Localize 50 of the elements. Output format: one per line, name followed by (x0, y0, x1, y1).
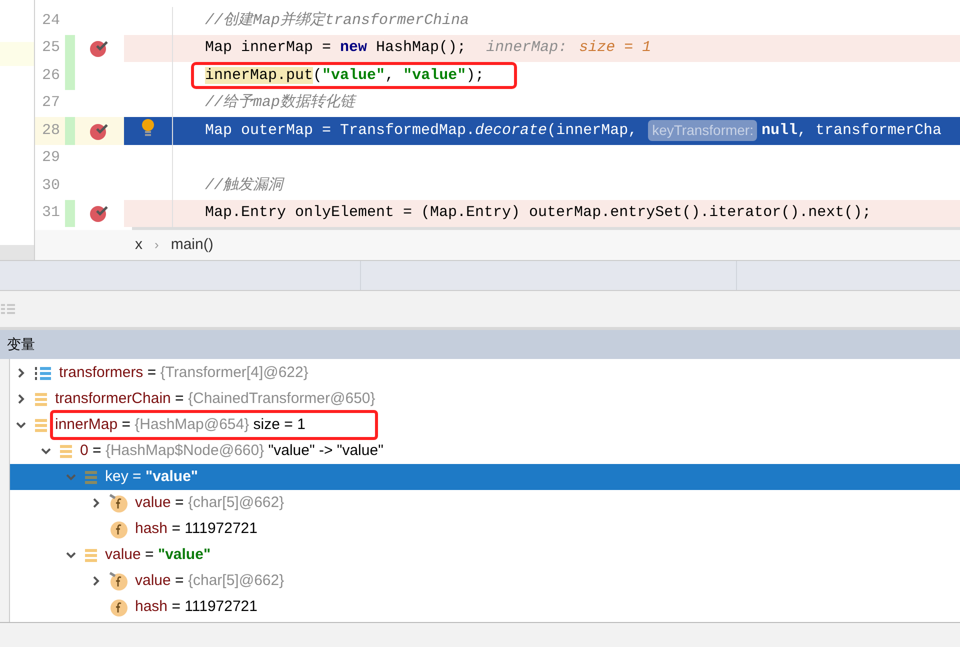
breadcrumb-item[interactable]: x (135, 234, 142, 256)
lightbulb-icon[interactable] (141, 118, 155, 138)
stack-icon (34, 391, 48, 407)
code-text: Map.Entry onlyElement = (Map.Entry) outerMap.entrySet().iterator().next(); (205, 203, 872, 223)
stack-icon (84, 547, 98, 563)
field-icon (109, 571, 128, 591)
line-number: 27 (42, 93, 60, 113)
panel-title: 变量 (7, 335, 35, 354)
annotation-box: innerMap = {HashMap@654} size = 1 (50, 410, 378, 440)
field-icon (109, 519, 128, 539)
code-text: Map innerMap = new HashMap(); (205, 38, 466, 58)
line-number: 24 (42, 10, 60, 30)
breakpoint-icon[interactable] (88, 38, 110, 58)
change-marker (65, 62, 75, 90)
breadcrumb-item[interactable]: main() (170, 234, 214, 256)
change-marker (65, 34, 75, 62)
line-number: 25 (42, 38, 60, 58)
change-marker (65, 117, 75, 144)
inline-debug-value: innerMap: size = 1 (486, 38, 652, 58)
field-icon (109, 597, 128, 617)
breadcrumb-separator: › (154, 236, 159, 254)
tree-row[interactable]: transformers = {Transformer[4]@622} (10, 360, 960, 386)
code-text: //触发漏洞 (205, 176, 284, 196)
tree-row[interactable]: 0 = {HashMap$Node@660} "value" -> "value" (10, 438, 960, 464)
change-marker (65, 200, 75, 227)
parameter-hint: keyTransformer: (648, 120, 758, 142)
line-number: 31 (42, 203, 60, 223)
tree-row[interactable]: value = "value" (10, 542, 960, 568)
line-number: 29 (42, 148, 60, 168)
breakpoint-icon[interactable] (88, 203, 110, 224)
array-icon (34, 365, 52, 381)
tree-row[interactable]: innerMap = {HashMap@654} size = 1 (10, 412, 960, 438)
field-icon (109, 493, 128, 513)
line-number: 26 (42, 66, 60, 86)
line-number: 28 (42, 120, 60, 140)
tree-row[interactable]: value = {char[5]@662} (10, 568, 960, 594)
tree-row[interactable]: key = "value" (10, 464, 960, 490)
code-text: null, transformerCha (761, 120, 942, 140)
code-text: innerMap.put("value", "value"); (205, 66, 484, 86)
line-number: 30 (42, 176, 60, 196)
code-text: Map outerMap = TransformedMap.decorate(innerMap, (205, 120, 638, 140)
tree-row[interactable]: value = {char[5]@662} (10, 490, 960, 516)
tree-row[interactable]: transformerChain = {ChainedTransformer@650} (10, 386, 960, 412)
stack-icon (84, 469, 98, 485)
tree-row[interactable]: hash = 111972721 (10, 594, 960, 620)
code-text: //创建Map并绑定transformerChina (205, 10, 470, 30)
tree-row[interactable]: hash = 111972721 (10, 516, 960, 542)
stack-icon (59, 443, 73, 459)
code-text: //给予map数据转化链 (205, 93, 356, 113)
stack-icon (34, 417, 48, 433)
